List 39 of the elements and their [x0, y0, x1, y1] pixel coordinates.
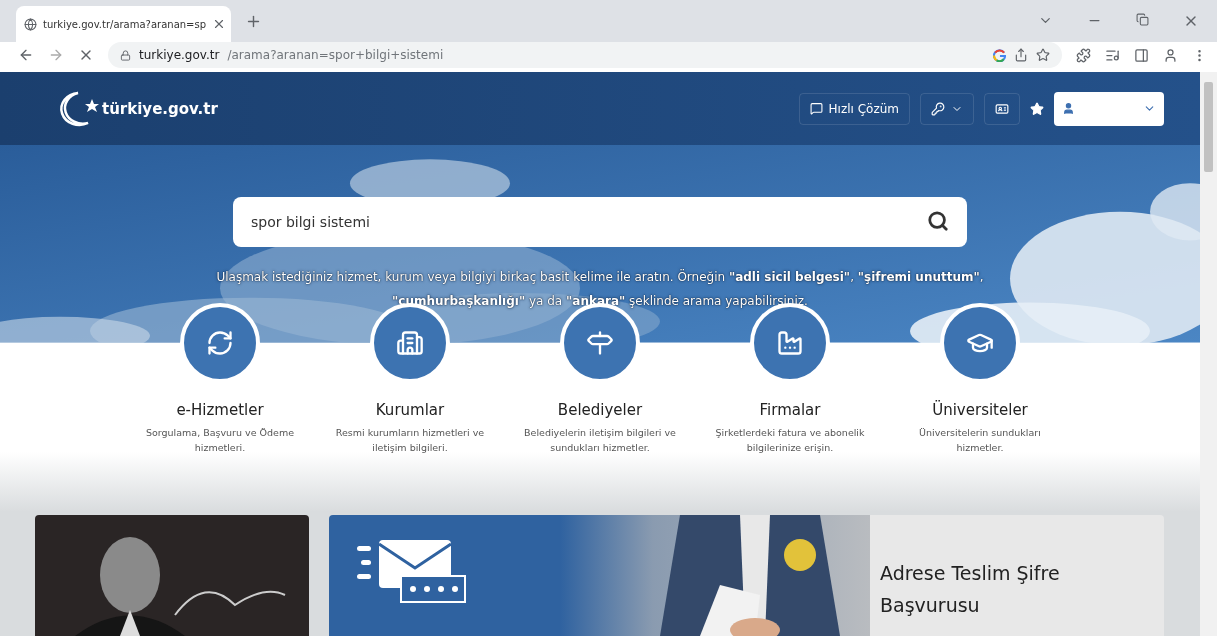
profile-icon[interactable]: [1163, 47, 1178, 63]
category-description: Şirketlerdeki fatura ve abonelik bilgilerinize erişin.: [714, 426, 866, 455]
share-icon[interactable]: [1014, 48, 1028, 62]
puzzle-icon[interactable]: [1076, 47, 1091, 63]
globe-icon: [24, 17, 37, 31]
category-description: Üniversitelerin sundukları hizmetler.: [918, 426, 1042, 455]
browser-tab[interactable]: turkiye.gov.tr/arama?aranan=sp: [16, 6, 231, 42]
url-host: turkiye.gov.tr: [139, 48, 220, 62]
key-menu-button[interactable]: [920, 92, 974, 125]
category-title[interactable]: Üniversiteler: [932, 401, 1028, 419]
category-title[interactable]: Belediyeler: [557, 401, 643, 419]
user-icon: [1062, 102, 1075, 116]
google-icon[interactable]: [993, 48, 1006, 62]
category-description: Resmi kurumların hizmetleri ve iletişim bilgileri.: [334, 426, 486, 455]
user-menu-button[interactable]: [1054, 91, 1164, 126]
url-path: /arama?aranan=spor+bilgi+sistemi: [227, 48, 445, 62]
star-icon[interactable]: [1036, 48, 1050, 62]
site-logo-text[interactable]: türkiye.gov.tr: [102, 99, 218, 118]
category-description: Belediyelerin iletişim bilgileri ve sundukları hizmetler.: [523, 426, 677, 455]
address-bar[interactable]: turkiye.gov.tr /arama?aranan=spor+bilgi+sistemi: [108, 42, 1062, 68]
id-card-icon: [995, 101, 1009, 116]
category-title[interactable]: e-Hizmetler: [176, 401, 264, 419]
quick-help-button[interactable]: Hızlı Çözüm: [798, 92, 910, 125]
playlist-icon[interactable]: [1105, 47, 1120, 63]
key-icon: [931, 101, 945, 116]
restore-icon[interactable]: [1136, 13, 1149, 29]
search-icon[interactable]: [927, 210, 949, 233]
id-card-button[interactable]: [984, 92, 1020, 125]
chat-icon: [809, 102, 823, 116]
side-panel-icon[interactable]: [1134, 47, 1149, 63]
category-title[interactable]: Kurumlar: [375, 401, 445, 419]
search-field[interactable]: spor bilgi sistemi: [233, 197, 967, 248]
back-icon[interactable]: [18, 47, 34, 63]
category-description: Sorgulama, Başvuru ve Ödeme hizmetleri.: [145, 426, 295, 455]
envelope-password-icon: [357, 540, 467, 604]
scrollbar-thumb[interactable]: [1204, 82, 1213, 172]
category-title[interactable]: Firmalar: [759, 401, 821, 419]
promo-title[interactable]: Adrese Teslim Şifre Başvurusu: [870, 515, 1164, 636]
lock-icon: [120, 49, 131, 61]
